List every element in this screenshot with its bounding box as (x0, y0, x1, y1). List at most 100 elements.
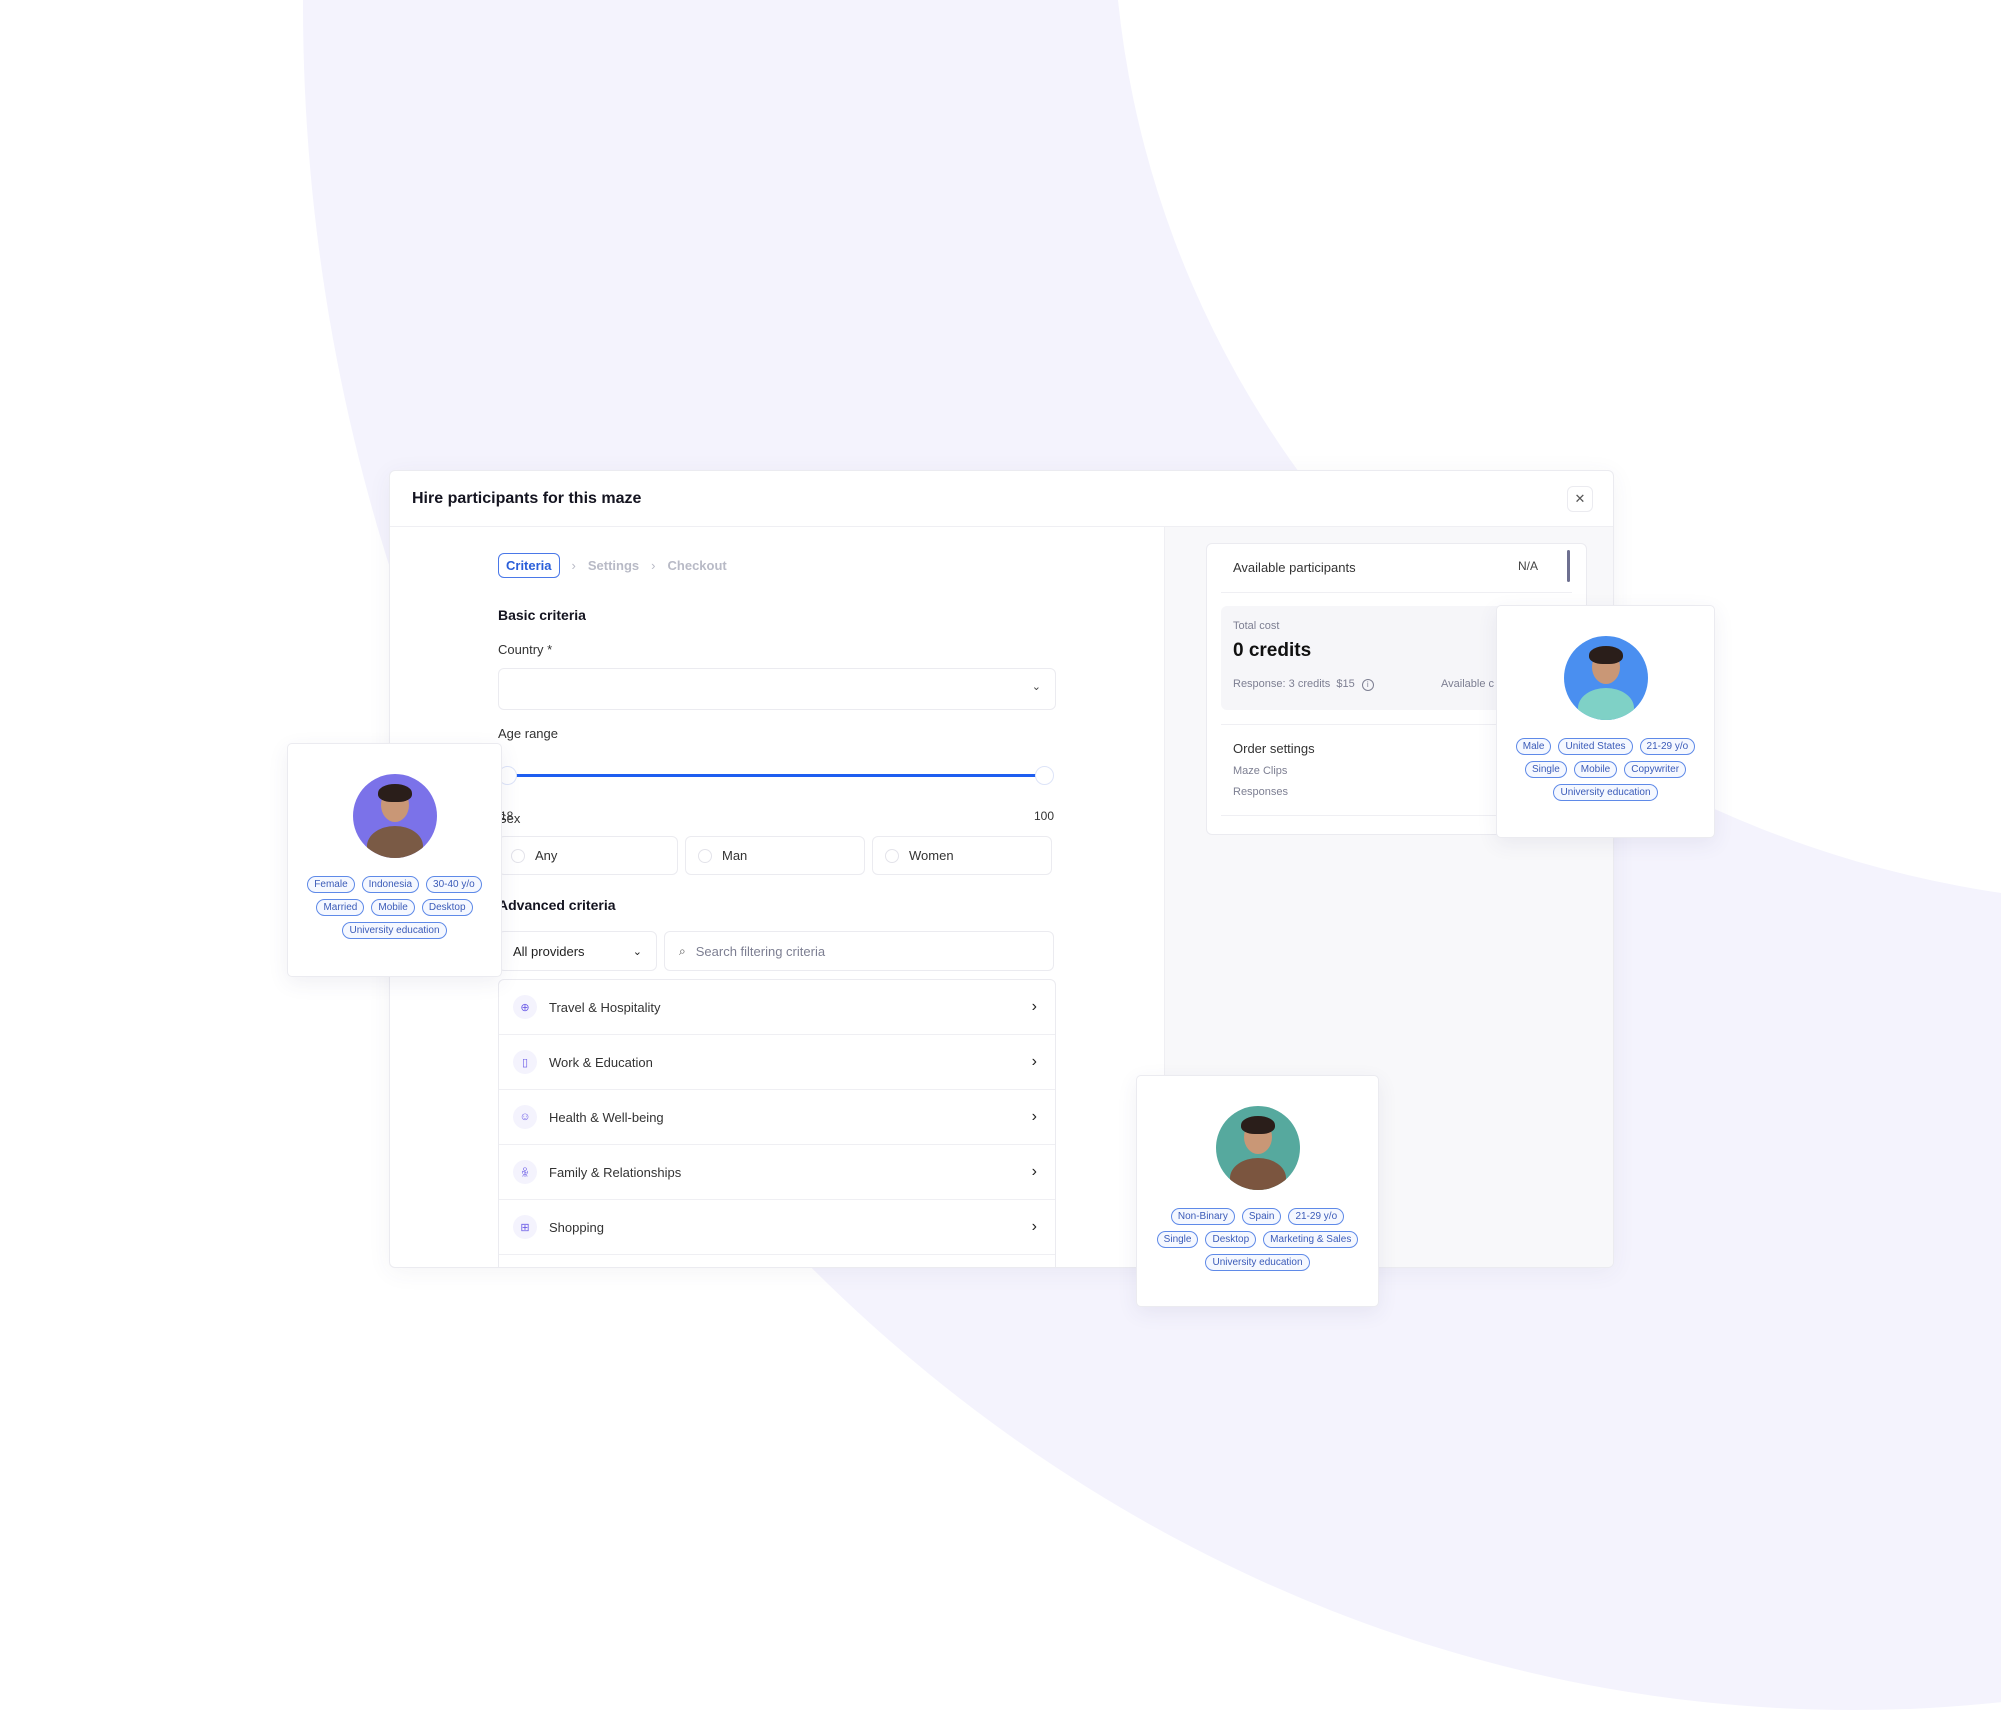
avatar-shirt (1229, 1158, 1286, 1190)
tag: Female (307, 876, 355, 893)
slider-track (512, 774, 1040, 777)
info-icon[interactable]: i (1361, 679, 1374, 691)
category-health-wellbeing[interactable]: ☺ Health & Well-being › (499, 1090, 1055, 1145)
participant-card-nonbinary: Non-Binary Spain 21-29 y/o Single Deskto… (1136, 1075, 1379, 1307)
advanced-criteria-heading: Advanced criteria (498, 897, 616, 913)
avatar-shirt (366, 826, 423, 858)
tag: 21-29 y/o (1639, 738, 1696, 755)
chevron-right-icon: › (571, 558, 576, 573)
radio-icon (885, 848, 899, 863)
hire-participants-dialog: Hire participants for this maze ✕ Criter… (389, 470, 1614, 1268)
sex-option-women[interactable]: Women (872, 836, 1052, 875)
chevron-down-icon: ⌄ (1031, 681, 1041, 693)
response-cost-text: Response: 3 credits $15 (1233, 678, 1355, 690)
category-label: Travel & Hospitality (549, 999, 661, 1015)
radio-icon (511, 848, 525, 863)
available-participants-label: Available participants (1233, 560, 1356, 575)
category-work-education[interactable]: ▯ Work & Education › (499, 1035, 1055, 1090)
tag: Male (1515, 738, 1552, 755)
age-range-slider[interactable] (498, 765, 1054, 785)
category-label: Family & Relationships (549, 1164, 682, 1180)
participant-card-female: Female Indonesia 30-40 y/o Married Mobil… (287, 743, 502, 977)
category-label: Health & Well-being (549, 1109, 664, 1125)
search-icon: ⌕ (679, 943, 686, 958)
chevron-right-icon: › (1031, 1218, 1037, 1235)
dialog-title: Hire participants for this maze (412, 489, 642, 507)
order-settings-title: Order settings (1233, 741, 1315, 756)
country-label: Country * (498, 642, 553, 657)
tag: Single (1524, 761, 1567, 778)
total-cost-value: 0 credits (1233, 640, 1312, 661)
tag: Mobile (1573, 761, 1618, 778)
category-shopping[interactable]: ⊞ Shopping › (499, 1200, 1055, 1255)
available-participants-row: Available participants N/A (1221, 544, 1572, 593)
tag: Single (1156, 1231, 1199, 1248)
sex-option-man[interactable]: Man (685, 836, 865, 875)
gift-icon: ⊞ (513, 1215, 537, 1239)
people-icon: ꆜ (513, 1160, 537, 1184)
tag-list: Non-Binary Spain 21-29 y/o Single Deskto… (1137, 1208, 1378, 1271)
order-item-maze-clips: Maze Clips (1233, 765, 1288, 777)
category-label: Shopping (549, 1219, 604, 1235)
slider-max-handle[interactable] (1035, 766, 1054, 785)
step-settings[interactable]: Settings (588, 558, 639, 573)
avatar (352, 774, 437, 858)
available-participants-value: N/A (1517, 559, 1538, 573)
tag-list: Female Indonesia 30-40 y/o Married Mobil… (288, 876, 501, 939)
tag-list: Male United States 21-29 y/o Single Mobi… (1497, 738, 1714, 801)
search-placeholder: Search filtering criteria (695, 943, 826, 959)
category-travel-hospitality[interactable]: ⊕ Travel & Hospitality › (499, 980, 1055, 1035)
chevron-right-icon: › (1031, 1163, 1037, 1180)
chevron-right-icon: › (1031, 1108, 1037, 1125)
tag: United States (1558, 738, 1633, 755)
criteria-search-input[interactable]: ⌕ Search filtering criteria (664, 931, 1054, 971)
close-icon: ✕ (1574, 491, 1586, 506)
scrollbar[interactable] (1567, 550, 1570, 582)
smiley-icon: ☺ (513, 1105, 537, 1129)
tag: Married (316, 899, 365, 916)
step-criteria[interactable]: Criteria (498, 553, 560, 578)
tag: Mobile (371, 899, 415, 916)
tag: University education (1205, 1254, 1310, 1271)
tag: University education (342, 922, 447, 939)
providers-value: All providers (513, 943, 585, 959)
chevron-right-icon: › (1031, 1053, 1037, 1070)
advanced-filters: All providers ⌄ ⌕ Search filtering crite… (498, 931, 1054, 971)
basic-criteria-heading: Basic criteria (498, 607, 586, 623)
total-cost-label: Total cost (1233, 620, 1280, 632)
sex-option-label: Any (535, 848, 558, 863)
tag: 30-40 y/o (426, 876, 482, 893)
age-range-label: Age range (498, 726, 558, 741)
close-button[interactable]: ✕ (1567, 486, 1593, 512)
tag: Desktop (1205, 1231, 1257, 1248)
category-family-relationships[interactable]: ꆜ Family & Relationships › (499, 1145, 1055, 1200)
tag: 21-29 y/o (1288, 1208, 1345, 1225)
dialog-header: Hire participants for this maze ✕ (390, 471, 1613, 527)
step-checkout[interactable]: Checkout (668, 558, 727, 573)
avatar-hair (1240, 1116, 1275, 1134)
tag: Copywriter (1624, 761, 1687, 778)
globe-icon: ⊕ (513, 995, 537, 1019)
tag: Indonesia (361, 876, 420, 893)
sex-radio-group: Any Man Women (498, 836, 1052, 875)
providers-dropdown[interactable]: All providers ⌄ (498, 931, 657, 971)
order-item-responses: Responses (1233, 786, 1289, 798)
avatar (1563, 636, 1648, 720)
tag: Non-Binary (1170, 1208, 1235, 1225)
tag: Marketing & Sales (1263, 1231, 1359, 1248)
document-icon: ▯ (513, 1050, 537, 1074)
tag: Spain (1241, 1208, 1282, 1225)
sex-option-label: Women (909, 848, 954, 863)
avatar-hair (1588, 646, 1623, 664)
chevron-right-icon: › (651, 558, 656, 573)
chevron-right-icon: › (1031, 998, 1037, 1015)
tag: Desktop (421, 899, 473, 916)
tag: University education (1553, 784, 1658, 801)
country-select[interactable]: ⌄ (498, 668, 1056, 710)
age-max-value: 100 (1034, 809, 1055, 823)
avatar-shirt (1577, 688, 1634, 720)
participant-card-male: Male United States 21-29 y/o Single Mobi… (1496, 605, 1715, 838)
avatar-hair (377, 784, 412, 802)
sex-option-any[interactable]: Any (498, 836, 678, 875)
category-list: ⊕ Travel & Hospitality › ▯ Work & Educat… (498, 979, 1056, 1267)
